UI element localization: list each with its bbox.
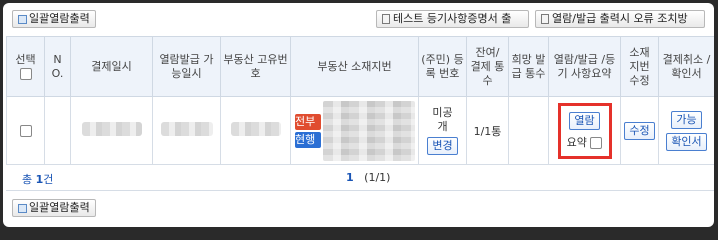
tag-current: 현행 (295, 131, 321, 148)
summary-label: 요약 (566, 135, 587, 149)
reg-no-cell: 미공개 변경 (418, 96, 467, 165)
address-cell: 전부 현행 (290, 96, 419, 165)
cancel-cell: 가능 확인서 (658, 96, 714, 165)
batch-print-button-bottom[interactable]: 일괄열람출력 (12, 199, 96, 217)
col-property-no: 부동산 고유번호 (220, 36, 291, 97)
page-current[interactable]: 1 (346, 171, 354, 184)
confirm-button[interactable]: 확인서 (666, 132, 707, 151)
blurred-text (230, 122, 281, 136)
remaining-cell: 1/1통 (466, 96, 509, 165)
available-date-cell (152, 96, 221, 165)
blurred-address (323, 100, 415, 161)
col-view-issue: 열람/발급 /등기 사항요약 (548, 36, 621, 97)
tag-full: 전부 (295, 113, 321, 130)
total-count: 총 1건 (22, 171, 53, 187)
col-available-date: 열람발급 가능일시 (152, 36, 221, 97)
col-address-edit: 소재 지번 수정 (620, 36, 659, 97)
col-address: 부동산 소재지번 (290, 36, 419, 97)
total-suffix: 건 (43, 173, 54, 186)
table-footer: 총 1건 1 (1/1) (6, 165, 714, 191)
error-guide-label: 열람/발급 출력시 오류 조치방 (552, 12, 688, 25)
address-edit-cell: 수정 (620, 96, 659, 165)
col-select: 선택 (6, 36, 45, 97)
change-button[interactable]: 변경 (427, 137, 458, 155)
batch-print-button[interactable]: 일괄열람출력 (12, 10, 96, 28)
view-issue-cell: 열람 요약 (548, 96, 621, 165)
highlight-box: 열람 요약 (557, 102, 612, 159)
desired-cell (508, 96, 549, 165)
property-no-cell (220, 96, 291, 165)
col-cancel: 결제취소 /확인서 (658, 36, 714, 97)
row-no-cell (44, 96, 71, 165)
col-no: N O. (44, 36, 71, 97)
pagination: 1 (1/1) (346, 171, 390, 184)
batch-print-label: 일괄열람출력 (29, 12, 90, 25)
pay-date-cell (70, 96, 153, 165)
batch-print-label: 일괄열람출력 (29, 201, 90, 214)
summary-checkbox[interactable] (590, 136, 603, 149)
table-header-row: 선택 N O. 결제일시 열람발급 가능일시 부동산 고유번호 부동산 소재지번… (6, 36, 714, 97)
table-row: 전부 현행 미공개 변경 1/1통 열람 요약 수정 가능 확인서 (6, 96, 714, 165)
col-remaining: 잔여/ 결제 통수 (466, 36, 509, 97)
col-select-label: 선택 (15, 52, 36, 66)
payment-table: 선택 N O. 결제일시 열람발급 가능일시 부동산 고유번호 부동산 소재지번… (6, 36, 714, 165)
test-certificate-label: 테스트 등기사항증명서 출 (393, 12, 512, 25)
row-select-cell (6, 96, 45, 165)
open-button[interactable]: 열람 (569, 111, 600, 130)
printer-icon (18, 203, 27, 213)
available-button[interactable]: 가능 (671, 110, 702, 129)
blurred-text (160, 122, 213, 136)
page-info: (1/1) (364, 171, 391, 184)
document-icon (382, 14, 390, 24)
blurred-text (81, 122, 142, 136)
error-guide-button[interactable]: 열람/발급 출력시 오류 조치방 (535, 10, 705, 28)
test-certificate-button[interactable]: 테스트 등기사항증명서 출 (376, 10, 529, 28)
reg-status: 미공개 (432, 106, 453, 133)
col-pay-date: 결제일시 (70, 36, 153, 97)
total-prefix: 총 (22, 173, 33, 186)
row-checkbox[interactable] (19, 125, 32, 137)
col-reg-no: (주민) 등록 번호 (418, 36, 467, 97)
document-icon (541, 14, 549, 24)
edit-button[interactable]: 수정 (624, 121, 655, 140)
app-frame: 일괄열람출력 테스트 등기사항증명서 출 열람/발급 출력시 오류 조치방 선택… (3, 3, 714, 227)
col-desired: 희망 발급 통수 (508, 36, 549, 97)
select-all-checkbox[interactable] (19, 67, 32, 80)
printer-icon (18, 14, 27, 24)
